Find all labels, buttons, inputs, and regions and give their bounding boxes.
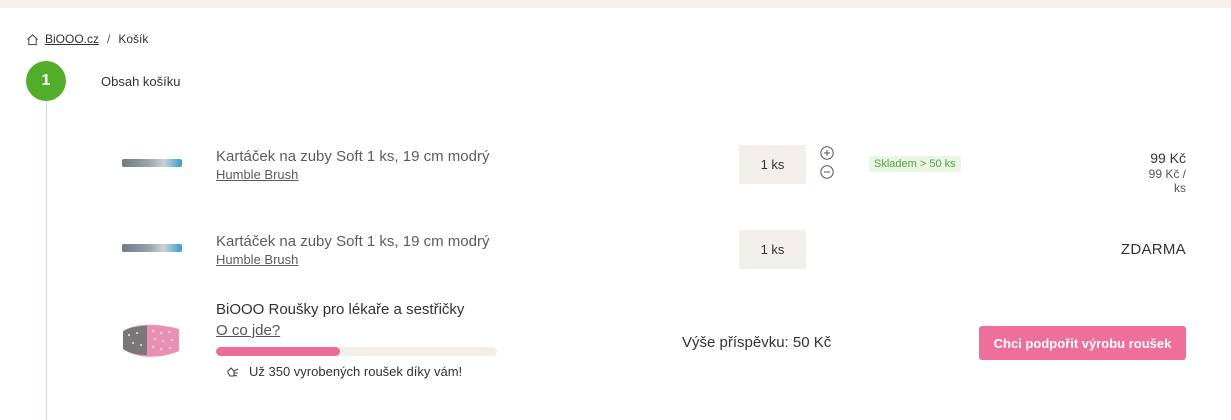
donation-progress xyxy=(216,347,497,356)
stock-badge: Skladem > 50 ks xyxy=(869,156,961,172)
plus-icon[interactable] xyxy=(820,146,834,160)
product-thumbnail[interactable] xyxy=(122,244,182,252)
donation-title: BiOOO Roušky pro lékaře a sestřičky xyxy=(216,301,465,318)
breadcrumb-current: Košík xyxy=(118,32,149,46)
quantity-field: 1 ks xyxy=(739,230,806,269)
face-mask-image[interactable] xyxy=(117,317,185,363)
quantity-field[interactable]: 1 ks xyxy=(739,145,806,184)
home-icon xyxy=(27,33,38,45)
product-name[interactable]: Kartáček na zuby Soft 1 ks, 19 cm modrý xyxy=(216,233,489,250)
step-title: Obsah košíku xyxy=(101,74,181,89)
product-name[interactable]: Kartáček na zuby Soft 1 ks, 19 cm modrý xyxy=(216,148,489,165)
donation-note: Už 350 vyrobených roušek díky vám! xyxy=(225,363,462,379)
breadcrumb-home-link[interactable]: BiOOO.cz xyxy=(45,32,99,46)
step-line xyxy=(46,100,47,420)
breadcrumb: BiOOO.cz / Košík xyxy=(26,32,148,46)
item-price-free: ZDARMA xyxy=(1120,241,1186,258)
breadcrumb-separator: / xyxy=(107,32,111,46)
hand-icon xyxy=(227,367,239,377)
support-button[interactable]: Chci podpořit výrobu roušek xyxy=(979,326,1186,360)
donation-progress-fill xyxy=(216,347,340,356)
item-price: 99 Kč xyxy=(1150,150,1186,166)
item-unit-price: 99 Kč / ks xyxy=(1148,167,1186,195)
product-thumbnail[interactable] xyxy=(122,159,182,167)
product-brand-link[interactable]: Humble Brush xyxy=(216,167,298,182)
top-bar xyxy=(0,0,1231,8)
donation-note-text: Už 350 vyrobených roušek díky vám! xyxy=(249,363,463,379)
minus-icon[interactable] xyxy=(820,165,834,179)
contribution-amount: Výše příspěvku: 50 Kč xyxy=(682,334,832,351)
step-number: 1 xyxy=(26,61,66,101)
donation-info-link[interactable]: O co jde? xyxy=(216,322,280,339)
product-brand-link[interactable]: Humble Brush xyxy=(216,252,298,267)
